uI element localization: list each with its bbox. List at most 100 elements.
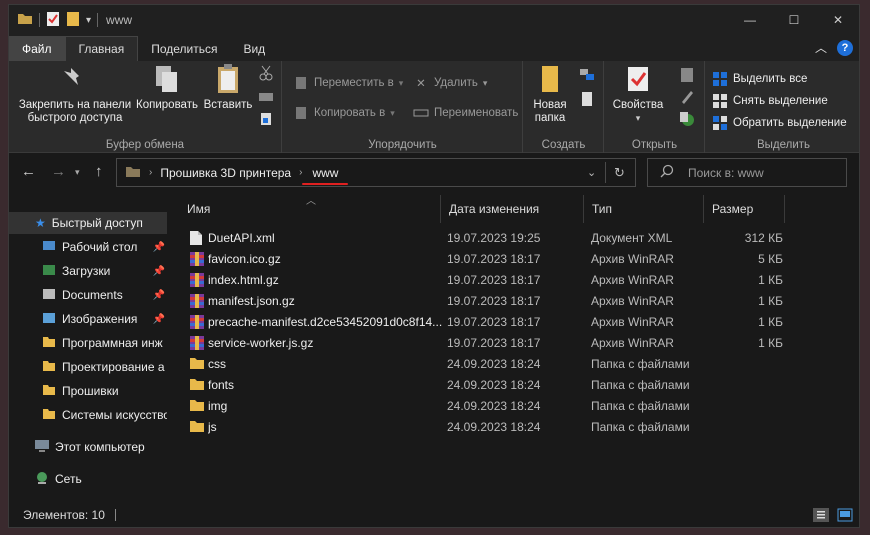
file-row[interactable]: js 24.09.2023 18:24 Папка с файлами [171,416,859,437]
select-all-button[interactable]: Выделить все [712,71,807,87]
file-type: Архив WinRAR [591,272,674,287]
minimize-button[interactable]: — [728,5,772,35]
copy-button[interactable]: Копировать [135,63,199,112]
paste-shortcut-icon[interactable] [258,111,274,127]
properties-button[interactable]: Свойства ▾ [609,63,667,125]
column-header-date[interactable]: Дата изменения [441,195,584,223]
pin-icon[interactable]: 📌 [153,290,165,301]
sidebar-item-downloads[interactable]: Загрузки 📌 [9,260,167,282]
breadcrumb-chevron-icon[interactable]: › [299,167,302,178]
address-dropdown-icon[interactable]: ⌄ [587,166,596,179]
forward-arrow-icon[interactable]: → [51,163,66,180]
file-name: service-worker.js.gz [208,335,314,350]
properties-check-icon[interactable] [46,11,60,30]
tab-home[interactable]: Главная [64,36,139,61]
open-icon[interactable] [679,67,695,83]
breadcrumb-parent[interactable]: Прошивка 3D принтера [160,166,291,180]
chevron-down-icon[interactable]: ▾ [86,15,91,26]
file-row[interactable]: service-worker.js.gz 19.07.2023 18:17 Архи… [171,332,859,353]
file-name: fonts [208,377,235,392]
file-row[interactable]: manifest.json.gz 19.07.2023 18:17 Архив Wi… [171,290,859,311]
history-icon[interactable] [679,111,695,127]
pictures-icon [42,312,56,327]
copy-to-button[interactable]: Копировать в ▾ [293,105,395,121]
invert-selection-button[interactable]: Обратить выделение [712,115,847,131]
clipboard-group: Закрепить на панели быстрого доступа Коп… [9,61,282,153]
column-header-size[interactable]: Размер [704,195,785,223]
sidebar-item-desktop[interactable]: Рабочий стол 📌 [9,236,167,258]
new-item-icon[interactable] [579,67,595,83]
file-row[interactable]: precache-manifest.d2ce53452091d0c8f14...… [171,311,859,332]
new-folder-icon[interactable] [66,11,80,30]
organize-group-label: Упорядочить [368,139,437,151]
paste-button[interactable]: Вставить [201,63,255,112]
up-arrow-icon[interactable]: ↑ [95,163,103,180]
select-all-icon [712,71,728,87]
folder-icon [42,360,56,375]
status-divider [114,509,116,521]
sidebar-item-documents[interactable]: Documents 📌 [9,284,167,306]
pin-icon[interactable]: 📌 [153,266,165,277]
file-date: 19.07.2023 18:17 [447,335,541,350]
rename-button[interactable]: Переименовать [413,105,518,121]
folder-icon [42,408,56,423]
search-icon [660,164,674,181]
search-box[interactable]: Поиск в: www [647,158,847,187]
red-underline-annotation [302,182,349,185]
sidebar-item-pictures[interactable]: Изображения 📌 [9,308,167,330]
delete-button[interactable]: ✕ Удалить ▾ [413,75,487,91]
copy-path-icon[interactable] [258,89,274,105]
pin-icon[interactable]: 📌 [153,314,165,325]
sidebar-item-folder[interactable]: Проектирование а [9,356,167,378]
file-name: js [208,419,217,434]
file-row[interactable]: index.html.gz 19.07.2023 18:17 Архив WinRA… [171,269,859,290]
sidebar-item-folder[interactable]: Прошивки [9,380,167,402]
file-type: Папка с файлами [591,398,690,413]
create-group: Новая папка Создать [524,61,604,153]
item-count: Элементов: 10 [23,508,105,522]
column-header-name[interactable]: Имя [179,195,441,223]
back-arrow-icon[interactable]: ← [21,163,36,180]
winrar-archive-icon [189,290,205,311]
file-name: manifest.json.gz [208,293,295,308]
recent-locations-icon[interactable]: ▾ [75,167,80,178]
folder-icon [17,12,33,28]
tab-view[interactable]: Вид [230,36,278,61]
sidebar-item-this-pc[interactable]: Этот компьютер [9,436,167,458]
new-folder-button[interactable]: Новая папка [530,63,570,125]
sidebar-item-quick-access[interactable]: ★ Быстрый доступ [9,212,167,234]
folder-icon [125,165,141,181]
file-row[interactable]: fonts 24.09.2023 18:24 Папка с файлами [171,374,859,395]
pin-icon[interactable]: 📌 [153,242,165,253]
sidebar-item-network[interactable]: Сеть [9,468,167,490]
file-row[interactable]: DuetAPI.xml 19.07.2023 19:25 Документ XML 3… [171,227,859,248]
sidebar-item-folder[interactable]: Программная инж [9,332,167,354]
sidebar-item-folder[interactable]: Системы искусство [9,404,167,426]
breadcrumb-chevron-icon[interactable]: › [149,167,152,178]
file-row[interactable]: favicon.ico.gz 19.07.2023 18:17 Архив WinR… [171,248,859,269]
file-row[interactable]: css 24.09.2023 18:24 Папка с файлами [171,353,859,374]
tab-share[interactable]: Поделиться [138,36,230,61]
breadcrumb-current[interactable]: www [302,166,349,185]
winrar-archive-icon [189,332,205,353]
close-button[interactable]: ✕ [816,5,859,35]
edit-icon[interactable] [679,89,695,105]
move-to-button[interactable]: Переместить в ▾ [293,75,403,91]
select-none-button[interactable]: Снять выделение [712,93,828,109]
collapse-ribbon-icon[interactable]: ︿ [815,39,827,56]
refresh-icon[interactable]: ↻ [614,165,625,181]
select-group: Выделить все Снять выделение Обратить вы… [706,61,859,153]
help-icon[interactable]: ? [837,39,853,56]
easy-access-icon[interactable] [579,91,595,107]
cut-icon[interactable] [258,65,274,81]
tab-file[interactable]: Файл [9,36,65,61]
large-icons-view-icon[interactable] [837,508,853,525]
file-row[interactable]: img 24.09.2023 18:24 Папка с файлами [171,395,859,416]
status-bar: Элементов: 10 [9,501,859,527]
address-bar[interactable]: › Прошивка 3D принтера › www ⌄ ↻ [116,158,636,187]
column-header-type[interactable]: Тип [584,195,704,223]
details-view-icon[interactable] [813,508,829,525]
maximize-button[interactable]: ☐ [772,5,816,35]
pin-quick-access-button[interactable]: Закрепить на панели быстрого доступа [15,63,135,125]
pin-icon [59,63,91,95]
